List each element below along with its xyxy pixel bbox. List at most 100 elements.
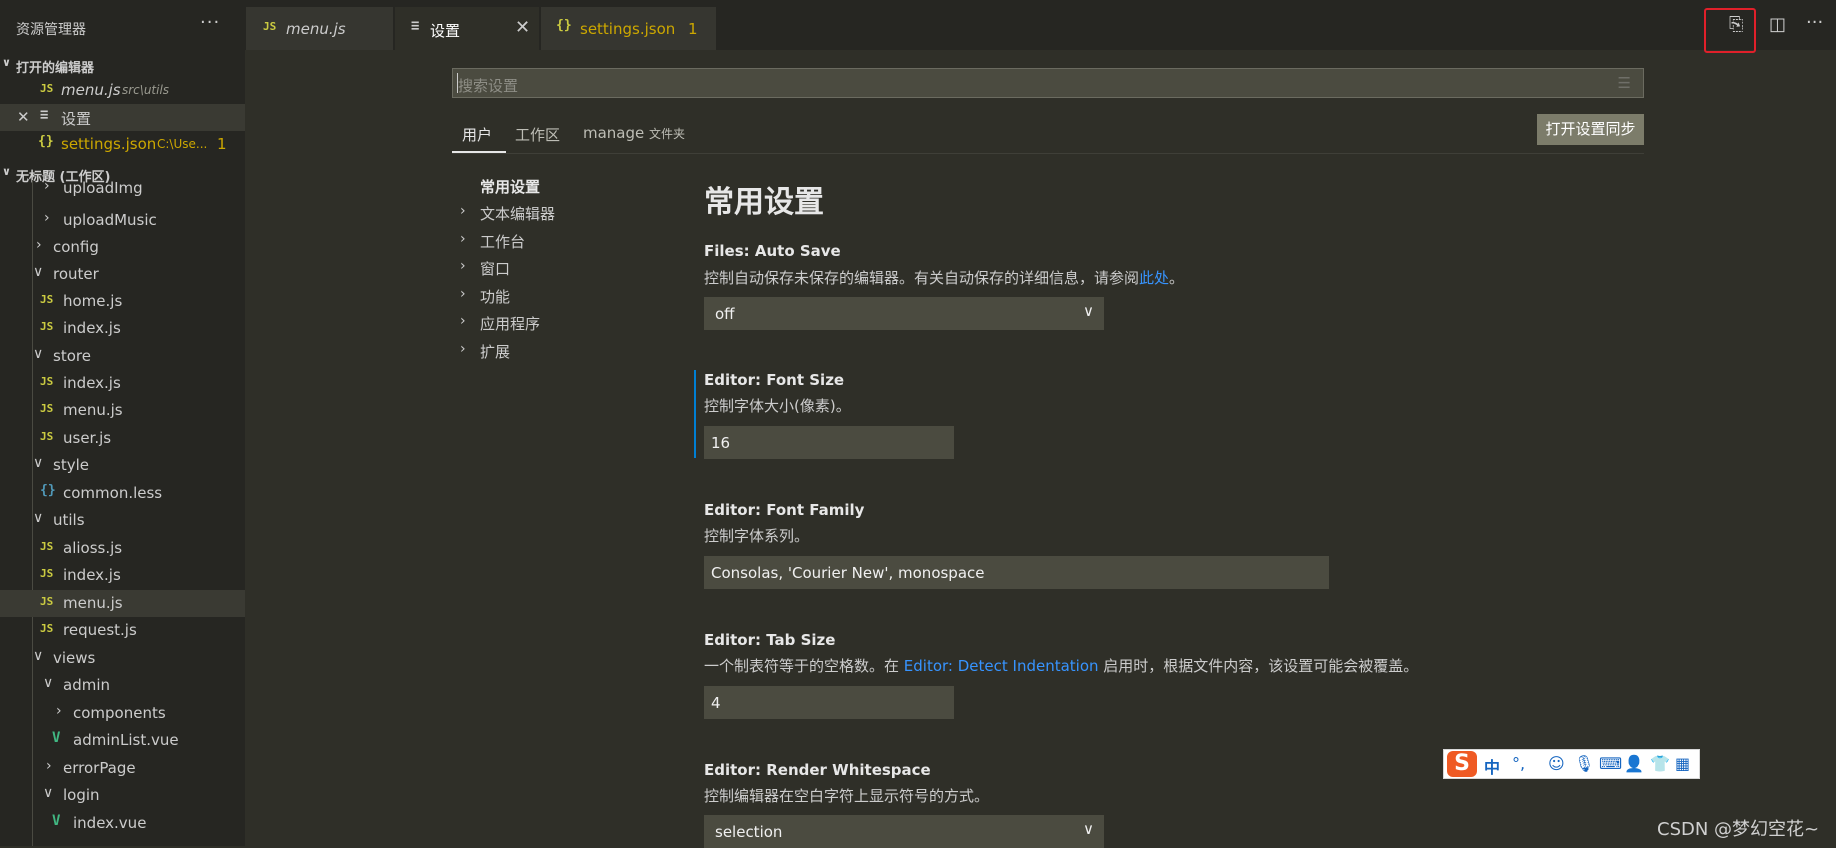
watermark: CSDN @梦幻空花~ <box>1657 819 1820 840</box>
desc-link[interactable]: Editor: Detect Indentation <box>904 657 1099 675</box>
open-editor-item[interactable]: {} settings.json C:\Use... 1 <box>0 131 245 158</box>
setting-category: Editor: <box>704 631 767 649</box>
settings-sync-button[interactable]: 打开设置同步 <box>1537 114 1644 145</box>
tree-folder[interactable]: ∨ utils <box>0 507 245 534</box>
tree-label: login <box>63 786 100 804</box>
tree-folder[interactable]: ∨ views <box>0 645 245 672</box>
js-file-icon: JS <box>40 622 54 635</box>
render-whitespace-select[interactable]: selection ∨ <box>704 815 1104 848</box>
user-icon[interactable]: 👤 <box>1624 754 1644 773</box>
tab-divider <box>452 153 1644 154</box>
close-icon[interactable]: ✕ <box>515 17 530 38</box>
setting-category: Editor: <box>704 371 767 389</box>
tab-settings[interactable]: ≡ 设置 ✕ <box>395 7 539 50</box>
open-editor-path: src\utils <box>122 83 170 97</box>
tree-label: style <box>53 456 89 474</box>
setting-category: Editor: <box>704 501 767 519</box>
folder-name: manage <box>583 124 645 142</box>
input-value: Consolas, 'Courier New', monospace <box>711 564 985 582</box>
tree-label: components <box>73 704 166 722</box>
tree-label: adminList.vue <box>73 731 179 749</box>
grid-icon[interactable]: ▦ <box>1675 754 1690 773</box>
ime-language-toggle[interactable]: 中 <box>1484 754 1500 778</box>
settings-search-input[interactable]: 搜索设置 ☰ <box>452 68 1644 98</box>
js-file-icon: JS <box>40 430 54 443</box>
desc-link[interactable]: 此处 <box>1139 269 1169 287</box>
tree-file[interactable]: V adminList.vue <box>0 727 245 754</box>
chevron-down-icon: ∨ <box>2 56 11 69</box>
chevron-down-icon: ∨ <box>43 675 54 691</box>
open-editor-name: 设置 <box>61 110 92 128</box>
tree-label: home.js <box>63 292 123 310</box>
tree-folder[interactable]: ∨ login <box>0 782 245 809</box>
skin-icon[interactable]: 👕 <box>1650 754 1670 773</box>
tree-folder[interactable]: ∨ router <box>0 261 245 288</box>
tree-file[interactable]: JS user.js <box>0 425 245 452</box>
tree-folder[interactable]: › uploadMusic <box>0 207 245 234</box>
chevron-right-icon: › <box>460 313 466 329</box>
setting-description: 控制字体系列。 <box>704 525 809 546</box>
tree-folder[interactable]: › uploadImg <box>0 180 245 200</box>
tab-size-input[interactable]: 4 <box>704 686 954 719</box>
desc-text: 。 <box>1169 269 1185 287</box>
js-file-icon: JS <box>40 402 54 415</box>
close-icon[interactable]: ✕ <box>17 108 30 126</box>
microphone-icon[interactable]: 🎙 <box>1574 754 1594 773</box>
font-family-input[interactable]: Consolas, 'Courier New', monospace <box>704 556 1329 589</box>
tree-file[interactable]: JS menu.js <box>0 397 245 424</box>
tree-file[interactable]: {} common.less <box>0 480 245 507</box>
chevron-right-icon: › <box>460 258 466 274</box>
tree-file[interactable]: JS index.js <box>0 562 245 589</box>
tree-label: router <box>53 265 99 283</box>
tab-workspace[interactable]: 工作区 <box>515 124 560 145</box>
js-file-icon: JS <box>40 320 54 333</box>
js-file-icon: JS <box>40 293 54 306</box>
open-editors-section[interactable]: ∨ 打开的编辑器 <box>0 54 245 76</box>
tab-folder-manage[interactable]: manage 文件夹 <box>583 124 685 142</box>
toc-label: 常用设置 <box>480 178 541 196</box>
tree-file[interactable]: V index.vue <box>0 810 245 837</box>
filter-icon[interactable]: ☰ <box>1618 74 1631 92</box>
tree-folder[interactable]: › errorPage <box>0 755 245 782</box>
toc-label: 窗口 <box>480 260 511 278</box>
more-actions-icon[interactable]: ··· <box>200 12 220 33</box>
ime-toolbar[interactable]: S 中 °, ☺ 🎙 ⌨ 👤 👕 ▦ <box>1443 749 1700 779</box>
split-editor-icon[interactable]: ◫ <box>1769 14 1786 35</box>
select-value: selection <box>715 823 783 841</box>
desc-text: 控制字体系列。 <box>704 527 810 545</box>
emoji-icon[interactable]: ☺ <box>1548 754 1565 773</box>
open-editor-item[interactable]: ✕ ≡ 设置 <box>0 104 245 131</box>
setting-title: Files: Auto Save <box>704 242 841 260</box>
tree-file[interactable]: JS alioss.js <box>0 535 245 562</box>
tree-folder[interactable]: › components <box>0 700 245 727</box>
ime-punctuation-toggle[interactable]: °, <box>1512 754 1525 773</box>
auto-save-select[interactable]: off ∨ <box>704 297 1104 330</box>
problem-badge: 1 <box>688 20 698 38</box>
setting-category: Files: <box>704 242 755 260</box>
tree-label: utils <box>53 511 85 529</box>
more-actions-icon[interactable]: ··· <box>1806 12 1823 33</box>
chevron-down-icon: ∨ <box>33 648 44 664</box>
keyboard-icon[interactable]: ⌨ <box>1599 754 1622 773</box>
tab-settings-json[interactable]: {} settings.json 1 <box>541 7 716 50</box>
toc-label: 工作台 <box>480 233 526 251</box>
open-editor-item[interactable]: JS menu.js src\utils <box>0 77 245 104</box>
tree-file[interactable]: JS index.js <box>0 315 245 342</box>
tab-user[interactable]: 用户 <box>462 124 492 145</box>
problem-badge: 1 <box>217 135 227 153</box>
chevron-right-icon: › <box>460 286 466 302</box>
tree-label: errorPage <box>63 759 136 777</box>
tree-folder[interactable]: ∨ store <box>0 343 245 370</box>
font-size-input[interactable]: 16 <box>704 426 954 459</box>
tree-file-selected[interactable]: JS menu.js <box>0 590 245 617</box>
tree-file[interactable]: JS index.js <box>0 370 245 397</box>
tree-folder[interactable]: ∨ admin <box>0 672 245 699</box>
tree-folder[interactable]: › config <box>0 234 245 261</box>
tree-file[interactable]: JS request.js <box>0 617 245 644</box>
open-editor-path: C:\Use... <box>157 137 208 151</box>
toc-label: 扩展 <box>480 343 511 361</box>
tree-folder[interactable]: ∨ style <box>0 452 245 479</box>
tree-file[interactable]: JS home.js <box>0 288 245 315</box>
tab-menu-js[interactable]: JS menu.js <box>246 7 393 50</box>
ime-logo[interactable]: S <box>1447 751 1477 777</box>
